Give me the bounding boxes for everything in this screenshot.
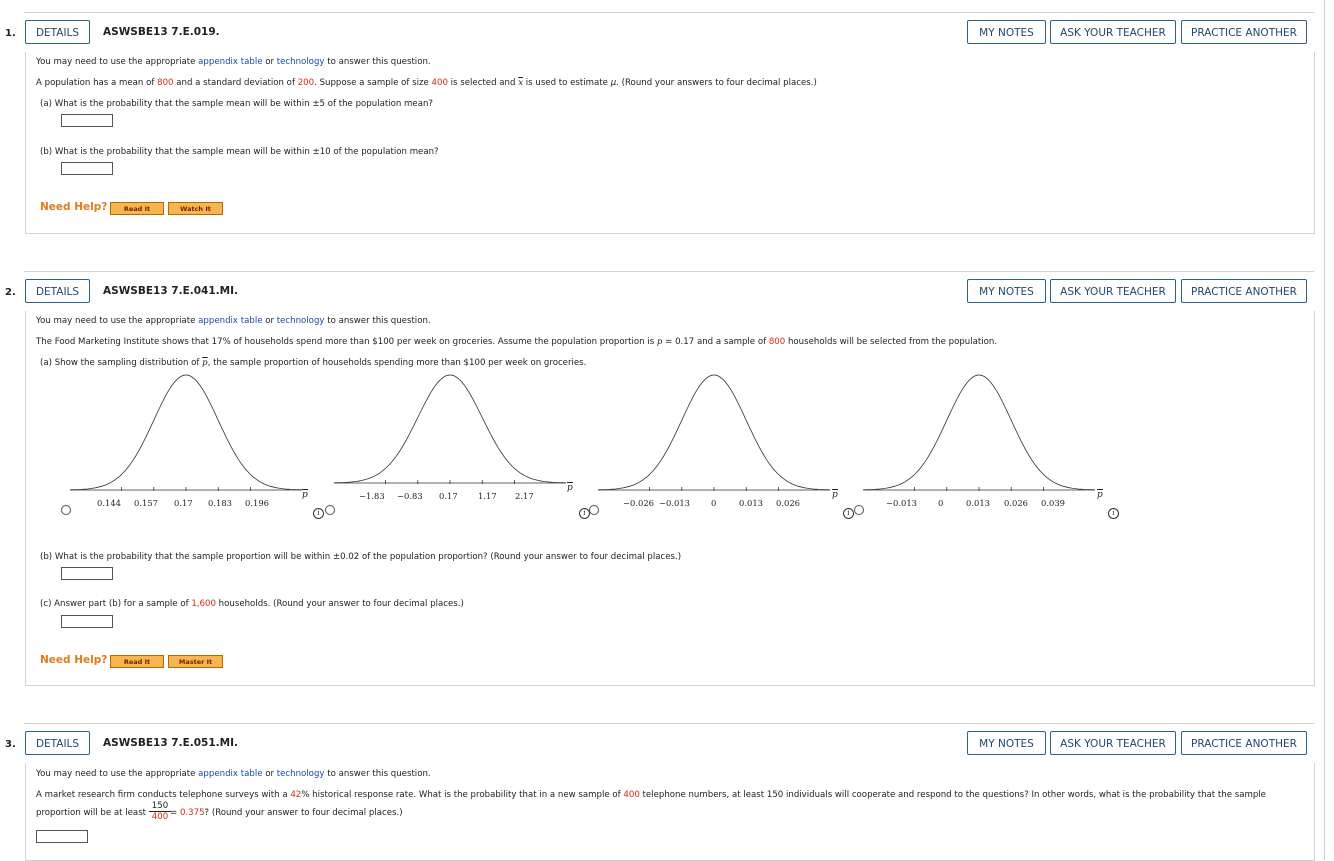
ask-teacher-button[interactable]: ASK YOUR TEACHER (1050, 20, 1176, 44)
header-divider (24, 271, 1314, 272)
technology-link[interactable]: technology (277, 316, 325, 326)
ask-teacher-button[interactable]: ASK YOUR TEACHER (1050, 731, 1176, 755)
radio-option-2[interactable] (325, 505, 335, 515)
tick-label: 0.039 (1041, 498, 1065, 508)
question-stem: A market research firm conducts telephon… (36, 790, 1266, 800)
tick-label: 1.17 (478, 491, 497, 501)
practice-another-button[interactable]: PRACTICE ANOTHER (1181, 731, 1307, 755)
radio-option-3[interactable] (589, 505, 599, 515)
need-help-label: Need Help? (40, 654, 108, 666)
radio-option-4[interactable] (854, 505, 864, 515)
curve-path (334, 374, 566, 484)
tick-label: 0.17 (439, 491, 458, 501)
read-it-button[interactable]: Read It (110, 655, 164, 668)
question-number: 3. (5, 739, 16, 750)
tick-label: 0.026 (776, 498, 800, 508)
tick-label: 0 (711, 498, 717, 508)
question-stem: The Food Marketing Institute shows that … (36, 337, 998, 347)
tick-label: 0.183 (208, 498, 232, 508)
tick-label: −0.83 (397, 491, 423, 501)
axis-label: p (302, 489, 308, 500)
tick-label: 0 (938, 498, 944, 508)
tick-label: 0.17 (174, 498, 193, 508)
details-button[interactable]: DETAILS (25, 20, 90, 44)
watch-it-button[interactable]: Watch It (168, 202, 223, 215)
answer-input-c[interactable] (61, 615, 113, 628)
tick-label: 0.026 (1004, 498, 1028, 508)
normal-curve (334, 374, 566, 484)
tick-label: −0.013 (659, 498, 690, 508)
details-button[interactable]: DETAILS (25, 731, 90, 755)
curve-path (863, 374, 1095, 491)
fraction-numerator: 150 (151, 801, 169, 811)
need-help-label: Need Help? (40, 201, 108, 213)
question-stem-cont: proportion will be at least (36, 808, 147, 818)
part-a-prompt: (a) Show the sampling distribution of p,… (40, 358, 587, 368)
ask-teacher-button[interactable]: ASK YOUR TEACHER (1050, 279, 1176, 303)
question-id: ASWSBE13 7.E.051.MI. (103, 737, 238, 749)
part-a-prompt: (a) What is the probability that the sam… (40, 99, 433, 109)
my-notes-button[interactable]: MY NOTES (967, 279, 1046, 303)
question-stem: A population has a mean of 800 and a sta… (36, 78, 817, 88)
intro-text: You may need to use the appropriate appe… (36, 769, 431, 779)
info-icon[interactable]: i (313, 508, 324, 519)
details-button[interactable]: DETAILS (25, 279, 90, 303)
my-notes-button[interactable]: MY NOTES (967, 731, 1046, 755)
curve-path (598, 374, 830, 491)
practice-another-button[interactable]: PRACTICE ANOTHER (1181, 279, 1307, 303)
appendix-link[interactable]: appendix table (198, 769, 262, 779)
read-it-button[interactable]: Read It (110, 202, 164, 215)
header-divider (24, 12, 1314, 13)
question-stem-end: = 0.375? (Round your answer to four deci… (170, 808, 403, 818)
scrollbar-track[interactable] (1324, 0, 1325, 860)
tick-label: −1.83 (359, 491, 385, 501)
info-icon[interactable]: i (1108, 508, 1119, 519)
tick-label: 0.144 (97, 498, 121, 508)
appendix-link[interactable]: appendix table (198, 57, 262, 67)
technology-link[interactable]: technology (277, 769, 325, 779)
question-id: ASWSBE13 7.E.041.MI. (103, 285, 238, 297)
tick-label: 0.013 (739, 498, 763, 508)
master-it-button[interactable]: Master It (168, 655, 223, 668)
answer-input-b[interactable] (61, 567, 113, 580)
axis-label: p (1097, 489, 1103, 500)
tick-label: −0.026 (623, 498, 654, 508)
curve-path (70, 374, 302, 491)
normal-curve (598, 374, 830, 491)
question-id: ASWSBE13 7.E.019. (103, 26, 220, 38)
tick-label: 0.157 (134, 498, 158, 508)
tick-label: 2.17 (515, 491, 534, 501)
part-b-prompt: (b) What is the probability that the sam… (40, 552, 682, 562)
tick-label: 0.196 (245, 498, 269, 508)
part-c-prompt: (c) Answer part (b) for a sample of 1,60… (40, 599, 464, 609)
header-divider (24, 723, 1314, 724)
question-number: 1. (5, 28, 16, 39)
normal-curve (70, 374, 302, 491)
tick-label: −0.013 (886, 498, 917, 508)
tick-label: 0.013 (966, 498, 990, 508)
my-notes-button[interactable]: MY NOTES (967, 20, 1046, 44)
technology-link[interactable]: technology (277, 57, 325, 67)
intro-text: You may need to use the appropriate appe… (36, 57, 431, 67)
answer-input-a[interactable] (61, 114, 113, 127)
intro-text: You may need to use the appropriate appe… (36, 316, 431, 326)
normal-curve (863, 374, 1095, 491)
question-number: 2. (5, 287, 16, 298)
practice-another-button[interactable]: PRACTICE ANOTHER (1181, 20, 1307, 44)
fraction-denominator: 400 (151, 812, 169, 822)
part-b-prompt: (b) What is the probability that the sam… (40, 147, 439, 157)
axis-label: p (832, 489, 838, 500)
radio-option-1[interactable] (61, 505, 71, 515)
answer-input[interactable] (36, 830, 88, 843)
fraction: 150 400 (149, 801, 171, 822)
axis-label: p (567, 482, 573, 493)
info-icon[interactable]: i (843, 508, 854, 519)
answer-input-b[interactable] (61, 162, 113, 175)
appendix-link[interactable]: appendix table (198, 316, 262, 326)
